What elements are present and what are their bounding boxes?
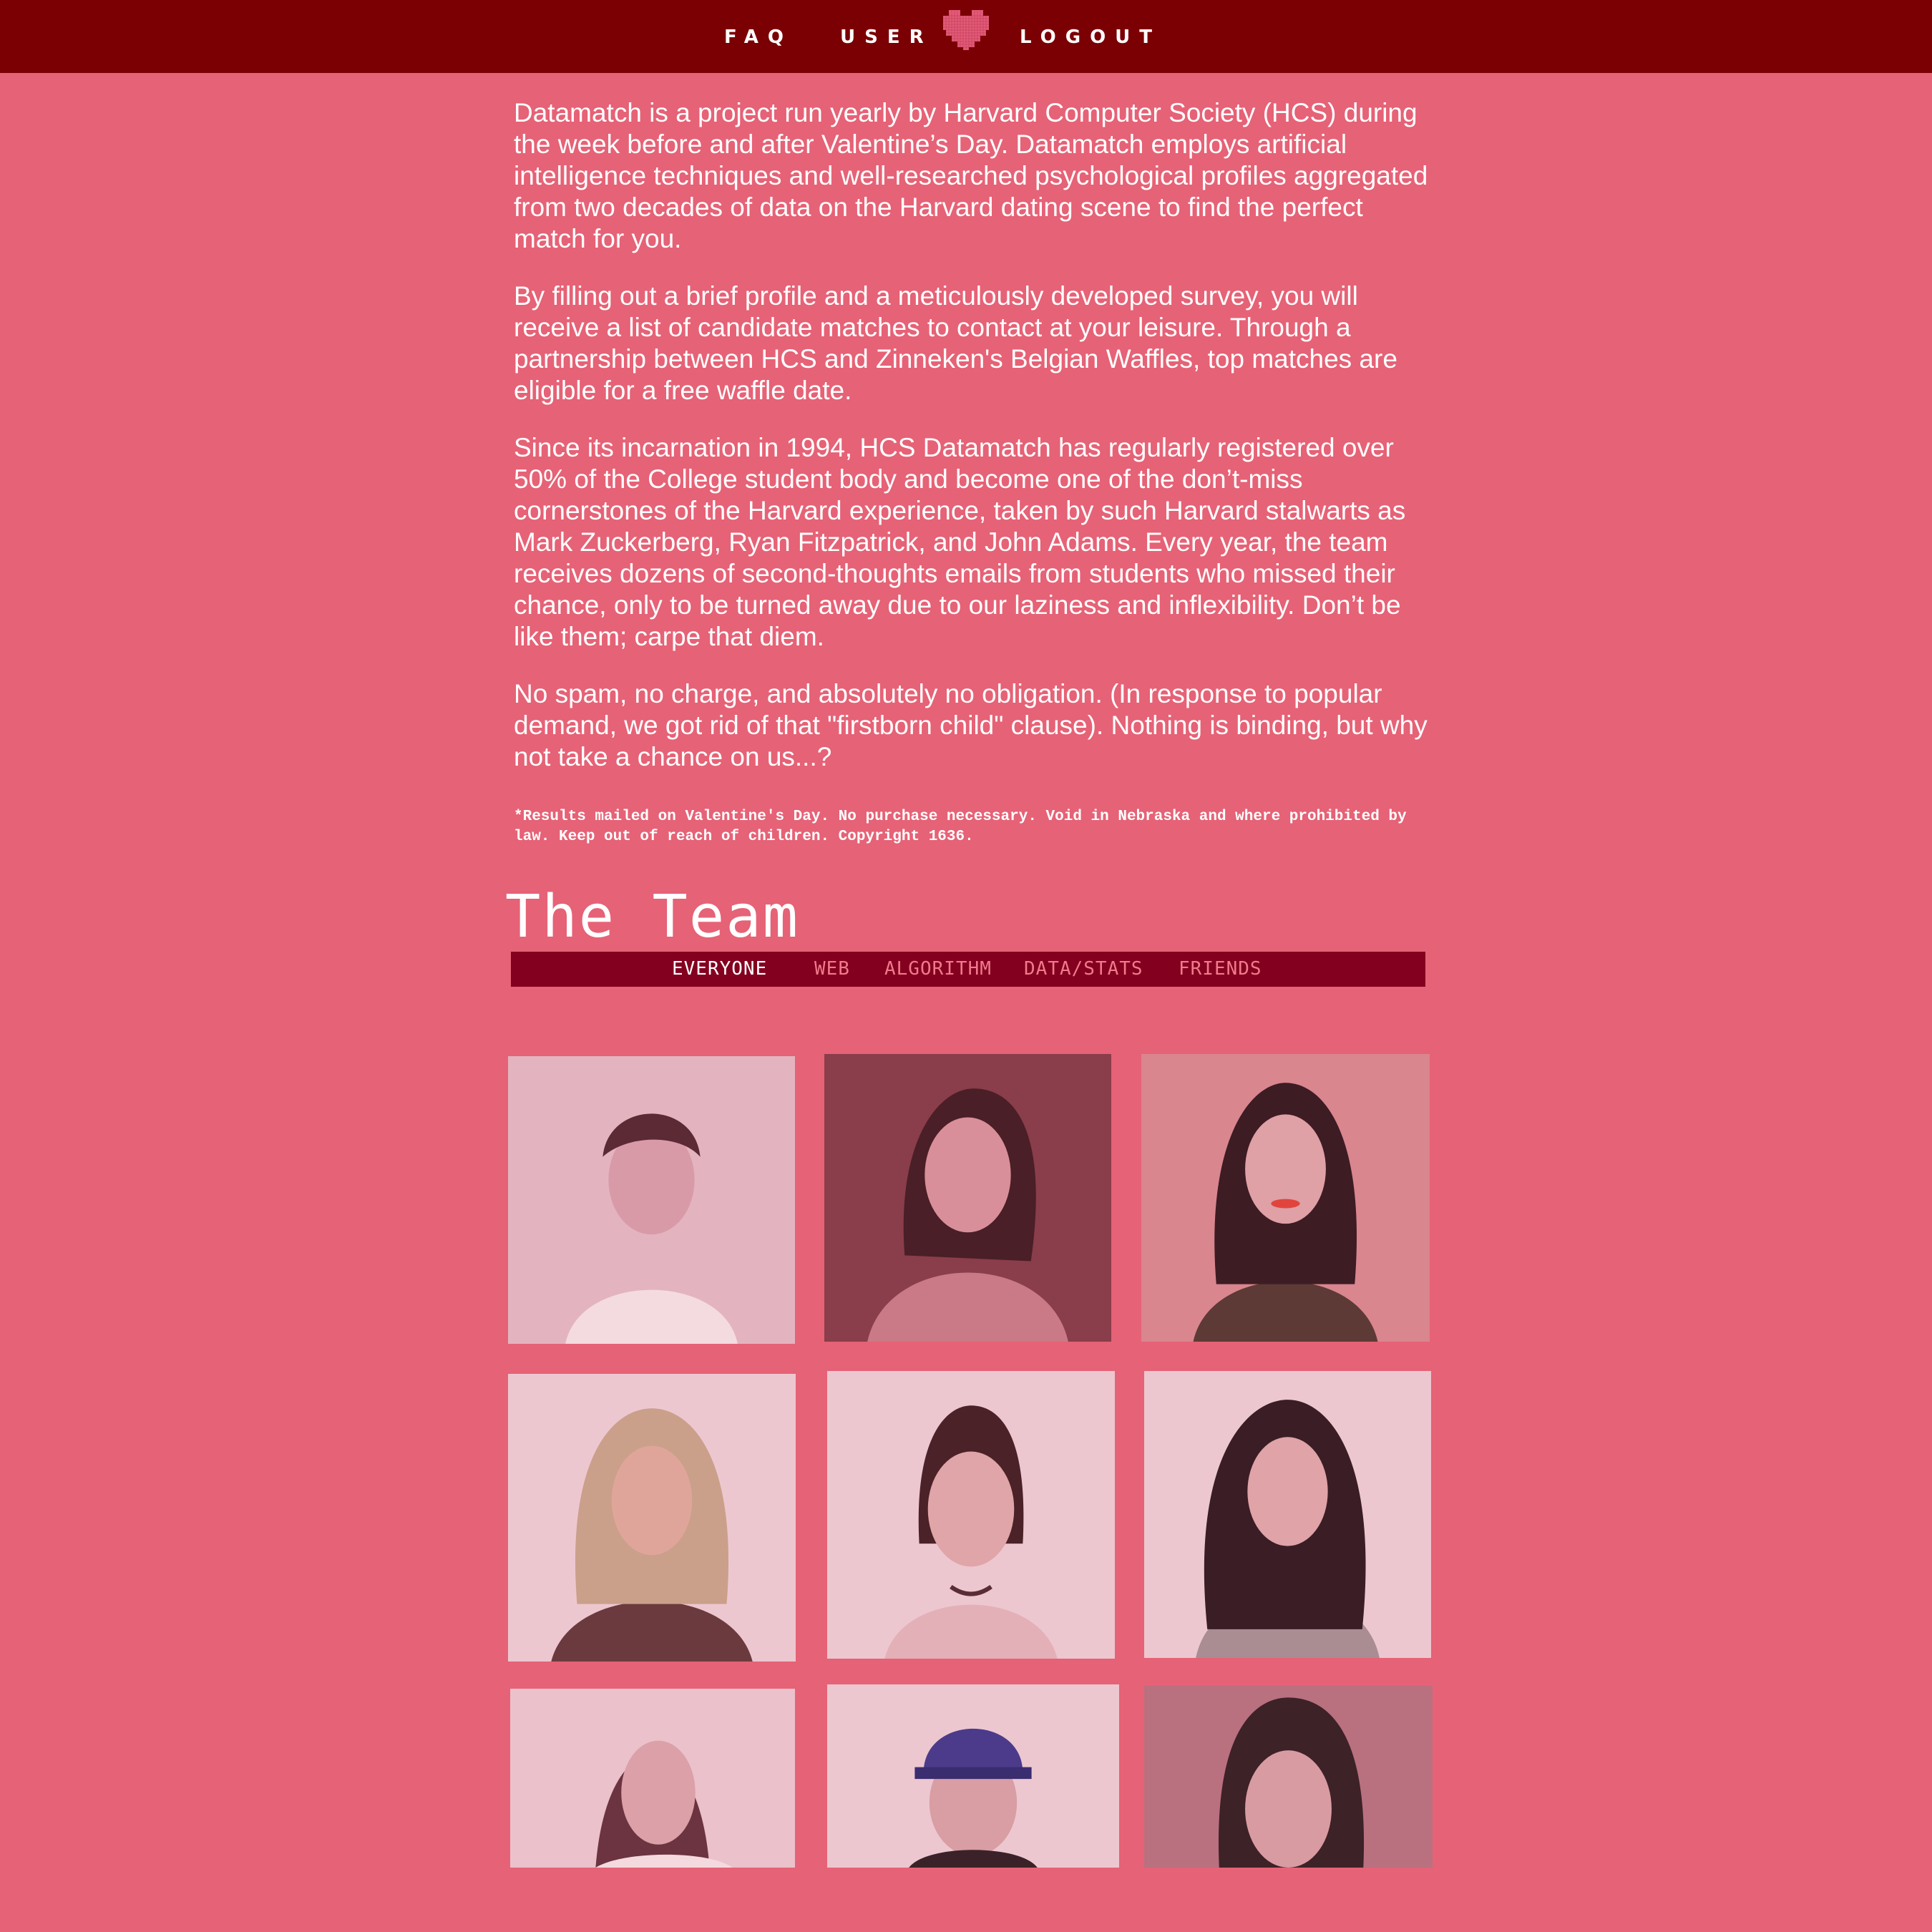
- tab-web[interactable]: WEB: [814, 952, 850, 987]
- nav-logout-link[interactable]: LOGOUT: [1020, 21, 1161, 53]
- portrait-placeholder: [508, 1056, 795, 1344]
- top-nav: FAQ USER LOGOUT: [0, 0, 1932, 73]
- team-member-photo[interactable]: [508, 1374, 796, 1662]
- portrait-placeholder: [1144, 1371, 1431, 1658]
- intro-section: Datamatch is a project run yearly by Har…: [514, 97, 1437, 799]
- tab-data-stats[interactable]: DATA/STATS: [1024, 952, 1143, 987]
- portrait-placeholder: [827, 1684, 1119, 1868]
- team-filter-tabs: EVERYONE WEB ALGORITHM DATA/STATS FRIEND…: [511, 952, 1425, 987]
- portrait-placeholder: [1144, 1686, 1433, 1868]
- fineprint-disclaimer: *Results mailed on Valentine's Day. No p…: [514, 809, 1407, 845]
- portrait-placeholder: [824, 1054, 1111, 1342]
- nav-faq-link[interactable]: FAQ: [724, 21, 793, 53]
- portrait-placeholder: [827, 1371, 1115, 1659]
- team-member-photo[interactable]: [1144, 1686, 1433, 1868]
- portrait-placeholder: [510, 1689, 795, 1868]
- team-member-photo[interactable]: [1141, 1054, 1430, 1342]
- tab-algorithm[interactable]: ALGORITHM: [884, 952, 992, 987]
- nav-user-link[interactable]: USER: [840, 21, 933, 53]
- team-member-photo[interactable]: [824, 1054, 1111, 1342]
- team-title: The Team: [505, 883, 799, 951]
- tab-friends[interactable]: FRIENDS: [1179, 952, 1262, 987]
- team-member-photo[interactable]: [827, 1371, 1115, 1659]
- team-member-photo[interactable]: [1144, 1371, 1431, 1658]
- intro-paragraph-4: No spam, no charge, and absolutely no ob…: [514, 679, 1428, 771]
- team-member-photo[interactable]: [510, 1689, 795, 1868]
- team-member-photo[interactable]: [508, 1056, 795, 1344]
- intro-paragraph-3: Since its incarnation in 1994, HCS Datam…: [514, 433, 1406, 651]
- intro-paragraph-1: Datamatch is a project run yearly by Har…: [514, 98, 1428, 253]
- portrait-placeholder: [508, 1374, 796, 1662]
- pixel-heart-icon[interactable]: [943, 10, 989, 50]
- tab-everyone[interactable]: EVERYONE: [672, 952, 767, 987]
- portrait-placeholder: [1141, 1054, 1430, 1342]
- intro-paragraph-2: By filling out a brief profile and a met…: [514, 281, 1397, 405]
- team-member-photo[interactable]: [827, 1684, 1119, 1868]
